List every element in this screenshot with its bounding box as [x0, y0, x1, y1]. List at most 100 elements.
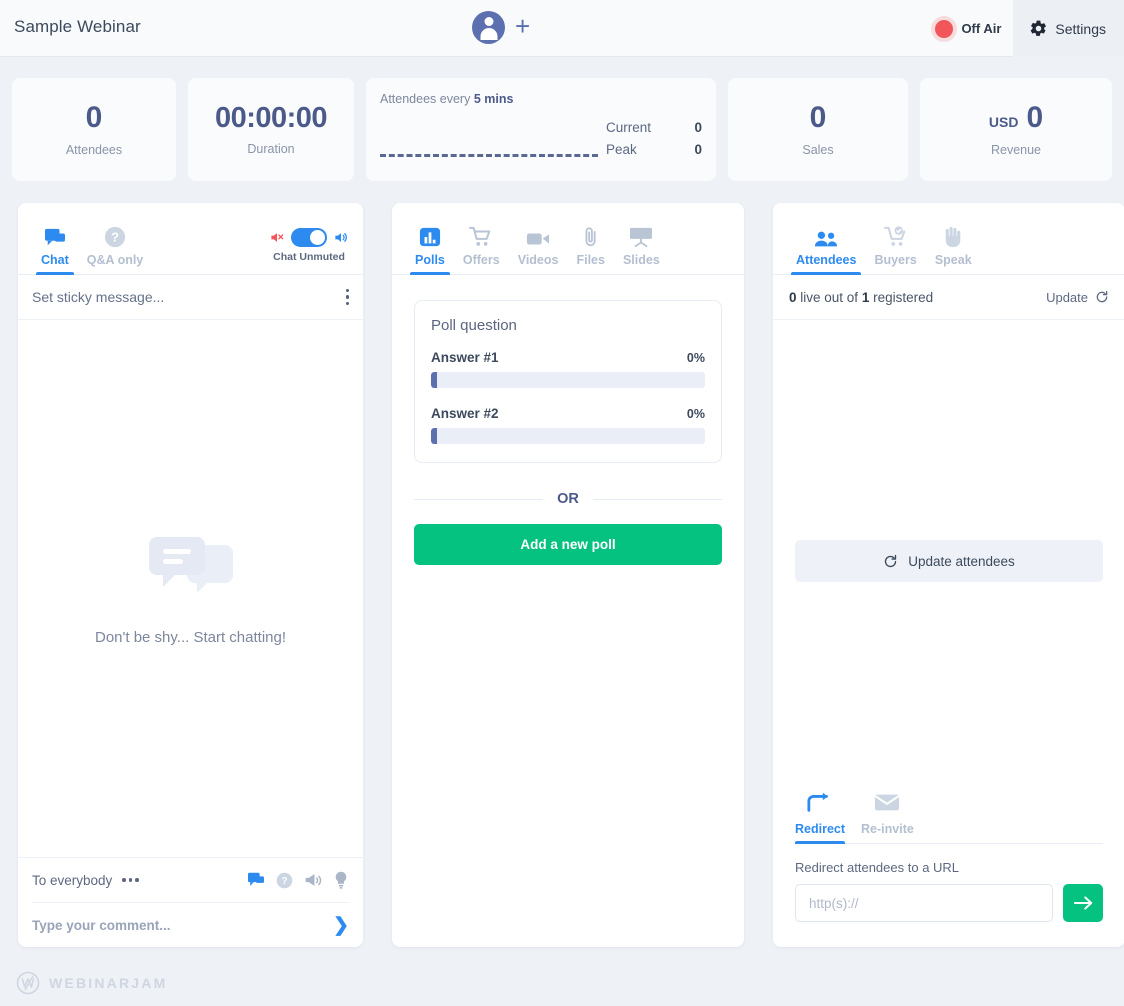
- redirect-tabstrip: Redirect Re-invite: [795, 782, 1103, 844]
- tab-redirect[interactable]: Redirect: [795, 791, 846, 844]
- tab-files-label: Files: [576, 253, 605, 267]
- tab-slides[interactable]: Slides: [614, 226, 669, 274]
- content-tabstrip: Polls Offers Videos Files Slides: [392, 203, 744, 275]
- poll-answer-percent: 0%: [686, 351, 705, 365]
- attendees-label: Attendees: [65, 142, 123, 157]
- add-new-poll-button[interactable]: Add a new poll: [414, 524, 722, 565]
- chat-bubble-icon: [44, 226, 66, 248]
- send-arrow-icon[interactable]: ❯: [333, 914, 349, 937]
- tab-qa-only[interactable]: ? Q&A only: [78, 226, 152, 274]
- kebab-menu-icon[interactable]: [345, 288, 349, 306]
- top-header-bar: Sample Webinar + Off Air Settings: [0, 0, 1124, 57]
- chat-recipient-row: To everybody ?: [32, 858, 349, 903]
- chat-empty-caption: Don't be shy... Start chatting!: [94, 628, 286, 646]
- duration-value: 00:00:00: [214, 101, 328, 134]
- attendee-chart-title-prefix: Attendees every: [380, 92, 474, 106]
- chat-recipient-label[interactable]: To everybody: [32, 873, 112, 888]
- chat-mute-toggle[interactable]: [291, 228, 327, 247]
- divider-line-left: [414, 498, 544, 500]
- tab-files[interactable]: Files: [567, 226, 614, 274]
- page-title: Sample Webinar: [14, 17, 141, 36]
- peak-label: Peak: [606, 142, 637, 157]
- speaker-muted-icon[interactable]: [269, 230, 285, 245]
- attendee-chart-interval: 5 mins: [473, 92, 514, 106]
- sticky-message-row[interactable]: Set sticky message...: [18, 275, 363, 320]
- sales-value: 0: [809, 101, 827, 135]
- poll-answer-row: Answer #1 0%: [431, 350, 705, 365]
- tab-slides-label: Slides: [622, 253, 660, 267]
- tab-speak[interactable]: Speak: [926, 226, 981, 274]
- chat-empty-state: Don't be shy... Start chatting!: [18, 321, 363, 857]
- chat-bubble-icon[interactable]: [247, 872, 265, 888]
- refresh-icon: [885, 554, 897, 567]
- plus-icon[interactable]: +: [515, 13, 530, 39]
- people-icon: [814, 226, 838, 248]
- ellipsis-icon[interactable]: [122, 878, 139, 882]
- tab-redirect-label: Redirect: [795, 822, 846, 836]
- live-count-value: 0: [789, 289, 797, 305]
- question-circle-icon[interactable]: ?: [276, 872, 293, 889]
- attendee-chart-stats: Current 0 Peak 0: [606, 92, 702, 171]
- refresh-icon: [1096, 290, 1108, 303]
- redirect-input-row: [795, 884, 1103, 922]
- chat-tabstrip: Chat ? Q&A only Chat Unmuted: [18, 203, 363, 275]
- current-attendees-row: Current 0: [606, 120, 702, 135]
- stat-card-attendees: 0 Attendees: [12, 78, 176, 181]
- sales-label: Sales: [802, 142, 834, 157]
- chat-input-row: ❯: [32, 903, 349, 947]
- tab-reinvite[interactable]: Re-invite: [861, 791, 914, 843]
- update-attendees-button[interactable]: Update attendees: [795, 540, 1103, 582]
- shopping-cart-icon: [469, 226, 493, 248]
- webinarjam-logo: WEBINARJAM: [16, 971, 167, 995]
- chat-mute-control: Chat Unmuted: [269, 228, 349, 274]
- webinarjam-logo-text: WEBINARJAM: [49, 974, 168, 991]
- presenter-controls: +: [472, 11, 530, 44]
- chat-bubbles-icon: [148, 536, 233, 593]
- update-link[interactable]: Update: [1046, 290, 1109, 305]
- redirect-submit-button[interactable]: [1063, 884, 1103, 922]
- tab-videos-label: Videos: [517, 253, 559, 267]
- duration-label: Duration: [247, 142, 295, 157]
- tab-reinvite-label: Re-invite: [861, 822, 914, 836]
- tab-attendees[interactable]: Attendees: [787, 226, 865, 275]
- content-panel: Polls Offers Videos Files Slides Poll qu…: [392, 203, 744, 947]
- poll-card: Poll question Answer #1 0% Answer #2 0%: [414, 300, 722, 463]
- chat-footer-icons: ?: [247, 871, 349, 889]
- stat-card-duration: 00:00:00 Duration: [188, 78, 354, 181]
- paperclip-icon: [583, 226, 599, 248]
- cart-check-icon: [883, 226, 908, 248]
- bar-chart-icon: [419, 226, 441, 248]
- peak-value: 0: [694, 142, 702, 157]
- attendee-chart-title: Attendees every 5 mins: [380, 92, 606, 106]
- chat-comment-input[interactable]: [32, 917, 334, 933]
- redirect-url-input[interactable]: [795, 884, 1053, 922]
- lightbulb-icon[interactable]: [333, 871, 349, 889]
- poll-answer-row: Answer #2 0%: [431, 406, 705, 421]
- tab-offers[interactable]: Offers: [454, 226, 509, 274]
- arrow-right-icon: [1073, 896, 1092, 910]
- redirect-field-label: Redirect attendees to a URL: [795, 860, 960, 875]
- current-label: Current: [606, 120, 652, 135]
- tab-videos[interactable]: Videos: [509, 226, 568, 274]
- webinarjam-w-logo: [16, 971, 40, 994]
- chat-panel: Chat ? Q&A only Chat Unmuted Set sticky …: [18, 203, 363, 947]
- speaker-on-icon[interactable]: [333, 230, 349, 245]
- tab-polls[interactable]: Polls: [406, 226, 454, 275]
- attendees-tabstrip: Attendees Buyers Speak: [773, 203, 1124, 275]
- attendee-chart-baseline: [380, 154, 598, 157]
- settings-button[interactable]: Settings: [1013, 0, 1124, 57]
- tab-chat-label: Chat: [41, 253, 69, 267]
- poll-answer-bar: [431, 372, 705, 388]
- tab-buyers[interactable]: Buyers: [865, 226, 925, 274]
- poll-answer-label: Answer #1: [431, 350, 499, 365]
- user-avatar-icon[interactable]: [472, 11, 505, 44]
- megaphone-icon[interactable]: [304, 872, 322, 888]
- arrow-redirect-icon: [807, 791, 833, 818]
- offair-indicator-dot: [935, 19, 954, 38]
- tab-chat[interactable]: Chat: [32, 226, 78, 275]
- live-count-text: 0 live out of 1 registered: [789, 290, 933, 305]
- tab-polls-label: Polls: [415, 253, 445, 267]
- chat-footer: To everybody ? Type your comment... ❯: [18, 857, 363, 947]
- app-footer: WEBINARJAM: [0, 959, 1124, 1006]
- revenue-value-row: USD 0: [989, 102, 1043, 134]
